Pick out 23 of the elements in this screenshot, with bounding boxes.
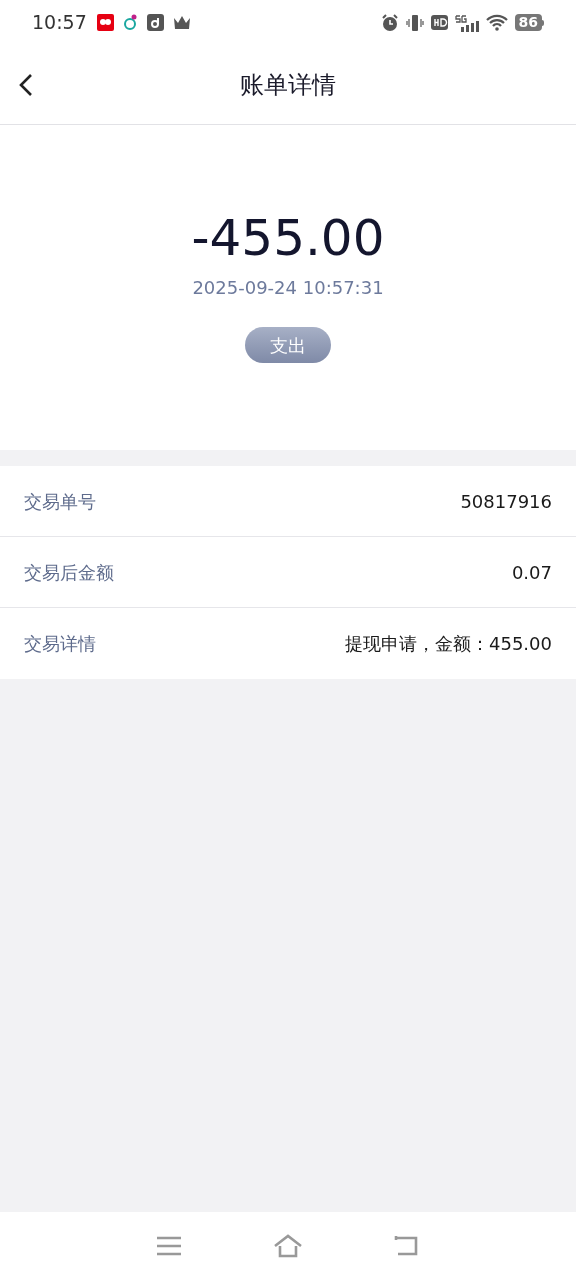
app-icon bbox=[122, 14, 138, 31]
battery-indicator: 86 bbox=[514, 14, 544, 31]
vibrate-icon bbox=[405, 13, 424, 32]
cellular-signal-icon bbox=[454, 13, 479, 32]
amount-text: -455.00 bbox=[191, 208, 385, 268]
wifi-icon bbox=[485, 14, 508, 31]
detail-value: 0.07 bbox=[511, 560, 552, 585]
page-title: 账单详情 bbox=[240, 69, 336, 101]
hd-icon bbox=[430, 15, 448, 30]
detail-value: 提现申请，金额：455.00 bbox=[345, 632, 552, 656]
detail-label: 交易详情 bbox=[24, 632, 96, 656]
transaction-time: 2025-09-24 10:57:31 bbox=[192, 276, 384, 300]
type-badge: 支出 bbox=[245, 327, 331, 363]
status-time: 10:57 bbox=[32, 10, 87, 36]
detail-label: 交易单号 bbox=[24, 489, 96, 514]
back-icon[interactable] bbox=[18, 72, 34, 97]
crown-icon bbox=[172, 15, 191, 30]
menu-icon[interactable] bbox=[155, 1235, 182, 1257]
app-icon bbox=[96, 14, 114, 31]
detail-value: 50817916 bbox=[460, 489, 552, 514]
home-icon[interactable] bbox=[273, 1234, 303, 1258]
alarm-icon bbox=[380, 13, 399, 32]
detail-label: 交易后金额 bbox=[24, 560, 114, 585]
